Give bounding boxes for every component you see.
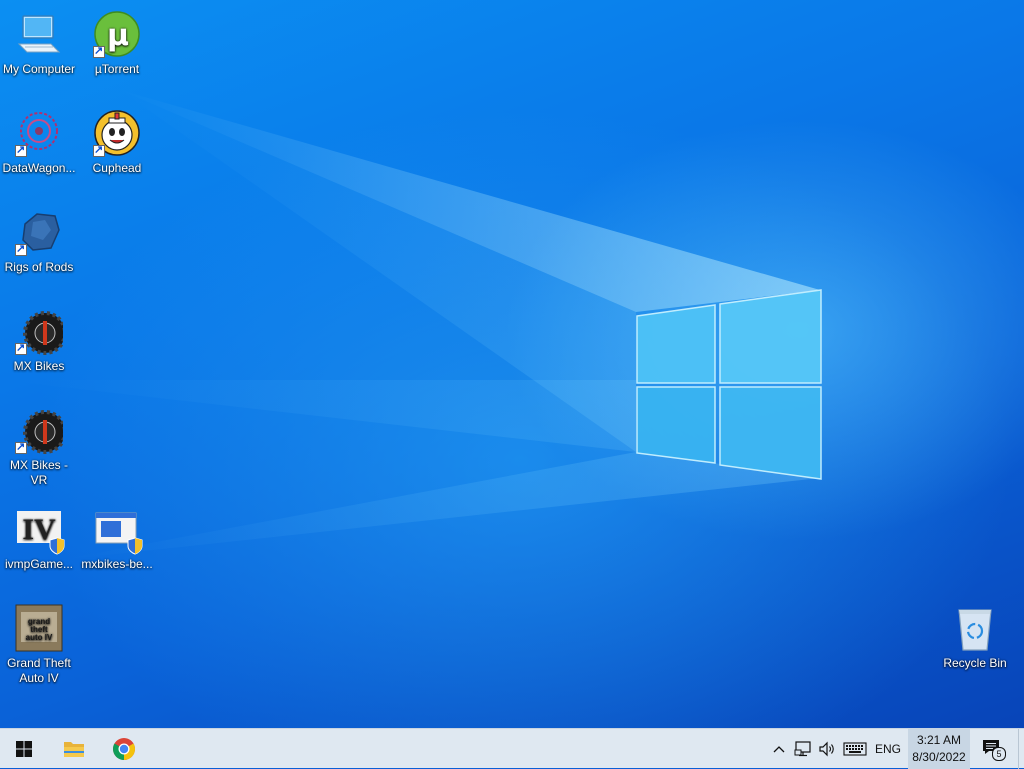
datawagon-icon bbox=[15, 109, 63, 158]
keyboard-icon bbox=[843, 742, 867, 756]
desktop-icon-label: ivmpGame... bbox=[4, 557, 73, 571]
mxbikes-be-icon bbox=[93, 505, 143, 555]
gta-iv-icon: grand theft auto IV bbox=[15, 604, 63, 652]
start-button[interactable] bbox=[0, 729, 48, 769]
folder-icon bbox=[64, 742, 84, 757]
desktop-icon-recycle-bin[interactable]: Recycle Bin bbox=[936, 598, 1014, 690]
mx-bikes-vr-icon bbox=[15, 406, 67, 455]
desktop-icon-label: Recycle Bin bbox=[943, 656, 1007, 670]
desktop-icon-gta-iv[interactable]: grand theft auto IV Grand Theft Auto IV bbox=[0, 598, 78, 690]
desktop-icon-ivmp[interactable]: IV ivmpGame... bbox=[0, 499, 78, 591]
clock-date: 8/30/2022 bbox=[912, 750, 966, 764]
uac-shield-icon bbox=[49, 537, 65, 555]
input-language-button[interactable]: ENG bbox=[872, 729, 904, 769]
desktop-icon-label: My Computer bbox=[2, 62, 76, 76]
network-button[interactable] bbox=[792, 729, 814, 769]
desktop-icon-label: Grand Theft Auto IV bbox=[7, 656, 71, 685]
show-desktop-button[interactable] bbox=[1018, 729, 1024, 769]
svg-text:µ: µ bbox=[107, 18, 129, 53]
desktop-icon-my-computer[interactable]: My Computer bbox=[0, 4, 78, 96]
network-icon bbox=[794, 741, 811, 757]
cuphead-icon bbox=[93, 109, 141, 158]
volume-icon bbox=[819, 741, 834, 757]
windows-start-icon bbox=[16, 741, 32, 757]
taskbar-file-explorer[interactable] bbox=[50, 729, 98, 769]
desktop-icon-label: Rigs of Rods bbox=[4, 260, 74, 274]
desktop-icon-datawagon[interactable]: DataWagon... bbox=[0, 103, 78, 195]
utorrent-icon: µ bbox=[93, 10, 141, 59]
desktop-icon-rigs-of-rods[interactable]: Rigs of Rods bbox=[0, 202, 78, 294]
rigs-of-rods-icon bbox=[15, 208, 63, 257]
shortcut-arrow-icon bbox=[93, 143, 105, 158]
shortcut-arrow-icon bbox=[93, 44, 105, 59]
desktop-icon-label: DataWagon... bbox=[2, 161, 76, 175]
action-center-button[interactable]: 5 bbox=[974, 729, 1012, 769]
mx-bikes-icon bbox=[15, 307, 67, 356]
desktop-icon-mx-bikes[interactable]: MX Bikes bbox=[0, 301, 78, 393]
svg-text:auto IV: auto IV bbox=[26, 633, 53, 642]
desktop-icon-label: MX Bikes - VR bbox=[9, 458, 68, 487]
language-indicator: ENG bbox=[874, 742, 901, 756]
computer-icon bbox=[15, 10, 63, 58]
taskbar-chrome[interactable] bbox=[100, 729, 148, 769]
desktop-icon-cuphead[interactable]: Cuphead bbox=[78, 103, 156, 195]
taskbar: ENG 3:21 AM 8/30/2022 5 bbox=[0, 728, 1024, 769]
clock-button[interactable]: 3:21 AM 8/30/2022 bbox=[908, 729, 970, 769]
recycle-bin-icon bbox=[951, 604, 999, 652]
desktop-icon-label: MX Bikes bbox=[13, 359, 65, 373]
chevron-up-icon bbox=[773, 746, 785, 753]
chrome-icon bbox=[113, 738, 135, 760]
ivmp-icon: IV bbox=[15, 505, 65, 555]
shortcut-arrow-icon bbox=[15, 143, 27, 158]
volume-button[interactable] bbox=[816, 729, 838, 769]
clock-time: 3:21 AM bbox=[916, 733, 962, 747]
desktop-icon-label: mxbikes-be... bbox=[81, 557, 153, 571]
desktop: My Computer DataWagon... Rigs of Rods bbox=[0, 0, 1024, 728]
desktop-icon-label: µTorrent bbox=[94, 62, 140, 76]
desktop-icon-utorrent[interactable]: µ µTorrent bbox=[78, 4, 156, 96]
notification-count-badge: 5 bbox=[992, 747, 1006, 761]
desktop-icon-label: Cuphead bbox=[92, 161, 142, 175]
desktop-icon-mxbikes-be[interactable]: mxbikes-be... bbox=[78, 499, 156, 591]
shortcut-arrow-icon bbox=[15, 341, 27, 356]
shortcut-arrow-icon bbox=[15, 242, 27, 257]
desktop-icon-mx-bikes-vr[interactable]: MX Bikes - VR bbox=[0, 400, 78, 492]
touch-keyboard-button[interactable] bbox=[840, 729, 870, 769]
shortcut-arrow-icon bbox=[15, 440, 27, 455]
uac-shield-icon bbox=[127, 537, 143, 555]
tray-overflow-button[interactable] bbox=[768, 729, 790, 769]
